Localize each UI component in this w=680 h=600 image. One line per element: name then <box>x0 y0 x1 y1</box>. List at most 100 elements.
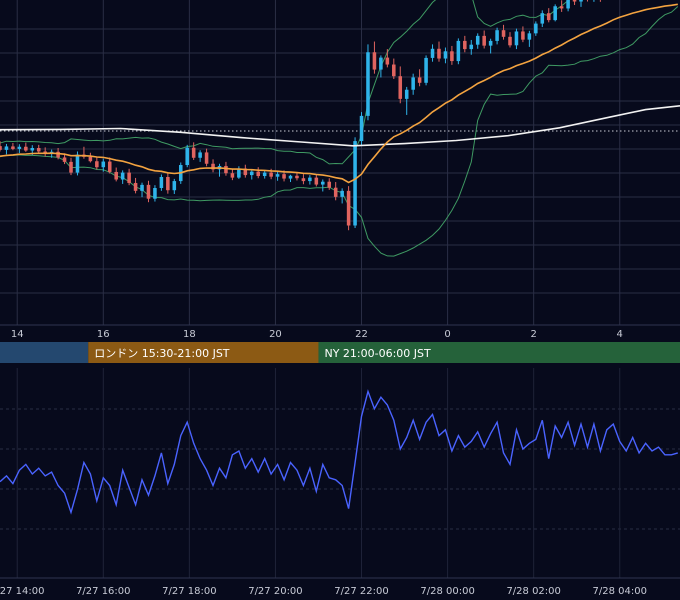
price-tick-label: 20 <box>269 329 282 340</box>
candle-body <box>308 177 312 182</box>
candle-body <box>4 146 9 150</box>
price-tick-label: 4 <box>617 329 623 340</box>
candle-body <box>114 171 118 180</box>
candle-body <box>359 115 364 142</box>
candle-body <box>153 188 157 199</box>
indicator-tick-label: 7/27 14:00 <box>0 586 44 597</box>
candle-body <box>353 141 357 226</box>
candle-body <box>159 176 164 189</box>
candle-body <box>372 52 377 70</box>
candle-body <box>450 51 454 62</box>
candle-body <box>275 174 280 177</box>
candle-body <box>514 31 519 46</box>
indicator-tick-label: 7/27 16:00 <box>76 586 130 597</box>
candle-body <box>62 157 67 162</box>
price-tick-label: 14 <box>11 329 24 340</box>
candle-body <box>572 0 577 2</box>
candle-body <box>249 171 254 176</box>
price-time-axis: 14 16 18 20 22 0 2 4 <box>0 324 680 340</box>
candle-body <box>95 161 99 168</box>
candle[interactable] <box>366 44 370 121</box>
indicator-tick-label: 7/28 00:00 <box>420 586 474 597</box>
candle-body <box>430 48 435 58</box>
price-tick-label: 22 <box>355 329 368 340</box>
candle[interactable] <box>353 137 357 229</box>
candle-body <box>346 190 351 226</box>
candle-body <box>36 148 41 152</box>
candle-body <box>475 35 480 45</box>
candle-body <box>75 154 80 173</box>
candle-body <box>521 31 525 40</box>
candle-body <box>140 184 144 191</box>
candle-body <box>301 178 306 182</box>
candle-body <box>534 23 538 34</box>
candle-body <box>191 147 196 158</box>
candle-body <box>198 152 202 158</box>
indicator-panel <box>0 368 680 578</box>
candle-body <box>340 190 344 197</box>
candle-body <box>56 151 60 158</box>
indicator-tick-label: 7/28 04:00 <box>593 586 647 597</box>
session-block[interactable]: NY 21:00-06:00 JST <box>318 342 680 363</box>
candle[interactable] <box>346 186 351 231</box>
candle-body <box>482 35 486 46</box>
candle-body <box>204 152 209 164</box>
candle-body <box>327 181 332 188</box>
candle-body <box>185 147 189 166</box>
chart-canvas: 14 16 18 20 22 0 2 4 ロンドン 15:30-21:00 JST NY 21:… <box>0 0 680 597</box>
candle-body <box>88 156 93 162</box>
candle-body <box>262 172 267 177</box>
candle-body <box>314 177 319 185</box>
candle-body <box>508 36 512 46</box>
price-tick-label: 2 <box>530 329 536 340</box>
indicator-tick-label: 7/27 18:00 <box>162 586 216 597</box>
candle-body <box>366 52 370 116</box>
candle[interactable] <box>359 112 364 146</box>
session-bar: ロンドン 15:30-21:00 JST NY 21:00-06:00 JST <box>0 342 680 363</box>
candle-body <box>11 146 15 149</box>
candle-body <box>392 64 396 77</box>
candle-body <box>166 176 170 191</box>
candle-body <box>559 6 564 9</box>
candle-body <box>404 89 409 99</box>
candle-body <box>566 0 570 9</box>
candle-body <box>379 57 383 70</box>
price-tick-label: 0 <box>444 329 450 340</box>
indicator-time-axis: 7/27 14:00 7/27 16:00 7/27 18:00 7/27 20:00… <box>0 577 680 597</box>
candle[interactable] <box>424 55 428 86</box>
candle-body <box>501 30 506 37</box>
candle-body <box>385 57 390 65</box>
candle-body <box>424 57 428 83</box>
price-tick-label: 18 <box>183 329 196 340</box>
candle-body <box>540 13 545 24</box>
indicator-tick-label: 7/27 20:00 <box>248 586 302 597</box>
candle-body <box>469 44 474 50</box>
indicator-background[interactable] <box>0 368 680 578</box>
session-block[interactable]: ロンドン 15:30-21:00 JST <box>88 342 319 363</box>
candle-body <box>417 77 422 83</box>
session-block[interactable] <box>0 342 89 363</box>
candle-body <box>546 13 551 21</box>
candle-body <box>269 172 273 177</box>
candle-body <box>24 146 28 151</box>
candle-body <box>333 187 338 197</box>
candle-body <box>69 161 73 173</box>
session-label: ロンドン 15:30-21:00 JST <box>94 347 230 360</box>
candle-body <box>488 40 493 46</box>
candle-body <box>0 146 2 150</box>
candle-body <box>398 76 403 99</box>
candle-body <box>295 175 299 179</box>
candle-body <box>527 33 532 40</box>
candle-body <box>107 161 112 172</box>
candle-body <box>282 174 286 179</box>
candle-body <box>172 181 177 191</box>
price-tick-label: 16 <box>97 329 110 340</box>
candle-body <box>256 171 261 177</box>
candle-body <box>224 165 228 174</box>
candle[interactable] <box>185 144 189 168</box>
price-chart-panel <box>0 0 680 325</box>
candle-body <box>463 40 467 50</box>
candle[interactable] <box>553 4 557 22</box>
candle[interactable] <box>456 38 461 65</box>
candle-body <box>411 77 415 90</box>
